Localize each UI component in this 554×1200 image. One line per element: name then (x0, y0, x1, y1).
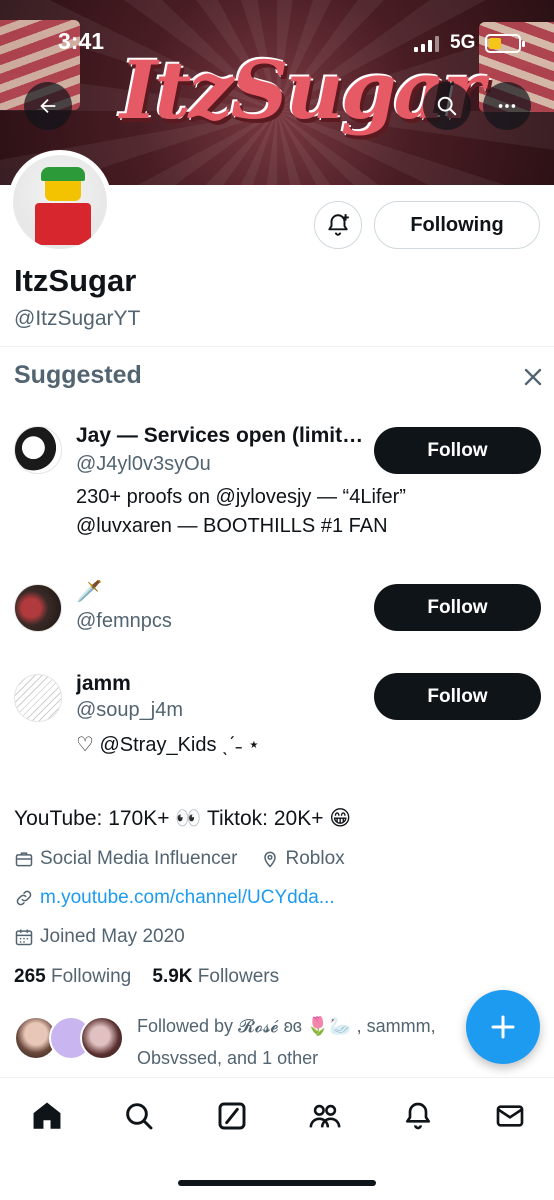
suggested-user-handle: @soup_j4m (76, 699, 184, 721)
tab-notifications[interactable] (398, 1096, 438, 1136)
following-count-label: Following (50, 966, 132, 987)
profile-display-name: ItzSugar (14, 263, 137, 298)
profile-link[interactable]: m.youtube.com/channel/UCYdda... (40, 887, 335, 909)
home-indicator (178, 1180, 376, 1186)
suggested-user-avatar[interactable] (14, 426, 62, 474)
profile-joined: Joined May 2020 (40, 926, 185, 947)
suggested-user-bio: 230+ proofs on @jylovesjy — “4Lifer” @lu… (76, 486, 406, 537)
tab-messages[interactable] (490, 1096, 530, 1136)
profile-joined-row: Joined May 2020 (14, 926, 185, 948)
more-icon (498, 104, 516, 108)
follower-avatar (80, 1016, 124, 1060)
tab-explore[interactable] (119, 1096, 159, 1136)
notifications-subscribe-button[interactable] (314, 201, 362, 249)
profile-meta-row: Social Media Influencer Roblox (14, 848, 345, 870)
avatar-character (31, 167, 93, 245)
search-icon (437, 96, 457, 116)
compose-button[interactable] (466, 990, 540, 1064)
followed-by-text: Followed by 𝓡𝓸𝓼𝓮́ ʚɞ 🌷🦢 , sammm, Obsvsse… (137, 1016, 436, 1068)
calendar-icon (15, 929, 33, 946)
following-count: 265 (14, 966, 46, 987)
status-bar: 3:41 5G (0, 28, 554, 62)
profile-handle: @ItzSugarYT (14, 307, 141, 330)
follow-button[interactable]: Follow (374, 584, 541, 631)
suggested-user-handle: @femnpcs (76, 610, 172, 632)
profile-bio: YouTube: 170K+ 👀 Tiktok: 20K+ 😁 (14, 807, 352, 830)
grok-icon (218, 1102, 246, 1130)
suggested-user-avatar[interactable] (14, 584, 62, 632)
suggested-user-avatar[interactable] (14, 674, 62, 722)
follow-button[interactable]: Follow (374, 427, 541, 474)
followers-count-link[interactable]: 5.9K Followers (152, 966, 279, 987)
following-button[interactable]: Following (374, 201, 540, 249)
location-icon (263, 851, 276, 868)
back-button[interactable] (24, 82, 72, 130)
briefcase-icon (15, 852, 33, 867)
battery-icon (485, 34, 525, 53)
suggested-user-name[interactable]: jamm (76, 672, 131, 696)
home-icon (33, 1102, 61, 1129)
suggested-user-handle: @J4yl0v3syOu (76, 453, 211, 475)
back-arrow-icon (40, 98, 56, 114)
link-icon (16, 890, 32, 906)
communities-icon (309, 1104, 341, 1128)
profile-link-row[interactable]: m.youtube.com/channel/UCYdda... (14, 887, 335, 909)
followers-count-label: Followers (197, 966, 280, 987)
network-label: 5G (450, 32, 476, 53)
suggested-title: Suggested (14, 361, 142, 389)
following-count-link[interactable]: 265 Following (14, 966, 131, 987)
plus-icon (491, 1015, 515, 1039)
suggested-user-name[interactable]: 🗡️ (76, 580, 102, 604)
status-time: 3:41 (58, 28, 105, 54)
explore-icon (126, 1103, 153, 1130)
bell-plus-icon (328, 214, 349, 236)
profile-avatar[interactable] (8, 150, 112, 254)
suggested-user-bio: ♡ @Stray_Kids ˎˊ˗ ⋆ (76, 734, 261, 756)
close-icon[interactable] (519, 363, 547, 391)
signal-icon (414, 36, 439, 52)
tab-grok[interactable] (212, 1096, 252, 1136)
notifications-icon (406, 1102, 430, 1130)
followers-count: 5.9K (152, 966, 193, 987)
suggested-user-name[interactable]: Jay — Services open (limit… (76, 424, 363, 448)
tab-home[interactable] (27, 1096, 67, 1136)
follow-button[interactable]: Follow (374, 673, 541, 720)
follow-counts: 265 Following 5.9K Followers (14, 966, 279, 988)
search-button[interactable] (423, 82, 471, 130)
divider (0, 346, 554, 347)
more-button[interactable] (483, 82, 531, 130)
tab-communities[interactable] (305, 1096, 345, 1136)
profile-category: Social Media Influencer (40, 848, 238, 869)
profile-location: Roblox (285, 848, 345, 869)
messages-icon (496, 1105, 524, 1127)
